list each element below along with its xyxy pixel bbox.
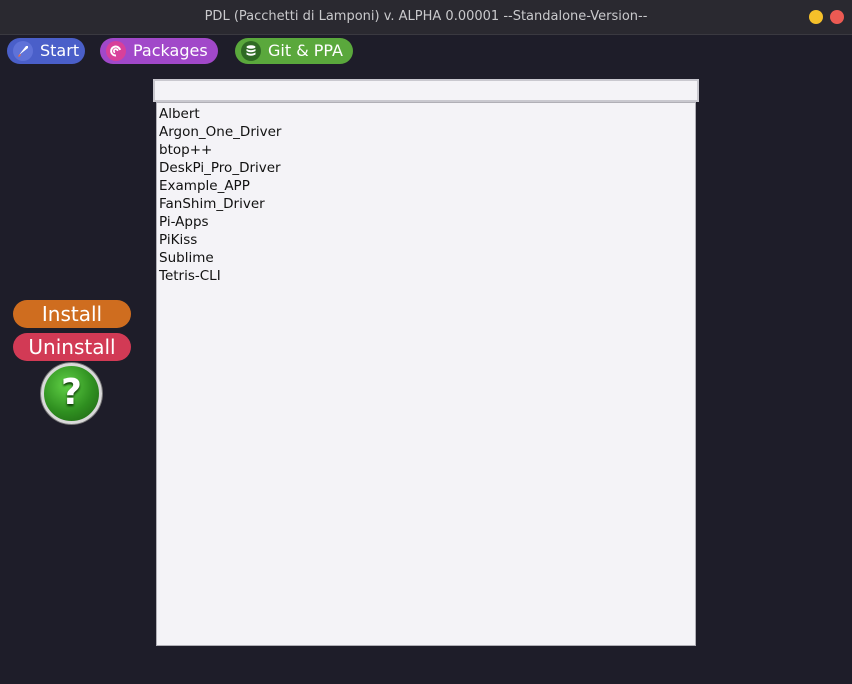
package-list[interactable]: Albert Argon_One_Driver btop++ DeskPi_Pr… bbox=[156, 102, 696, 646]
close-button[interactable] bbox=[830, 10, 844, 24]
list-item[interactable]: PiKiss bbox=[157, 231, 695, 249]
list-item[interactable]: Albert bbox=[157, 105, 695, 123]
uninstall-button[interactable]: Uninstall bbox=[13, 333, 131, 361]
list-item[interactable]: Example_APP bbox=[157, 177, 695, 195]
list-item[interactable]: Tetris-CLI bbox=[157, 267, 695, 285]
list-item[interactable]: DeskPi_Pro_Driver bbox=[157, 159, 695, 177]
list-item[interactable]: btop++ bbox=[157, 141, 695, 159]
window-title: PDL (Pacchetti di Lamponi) v. ALPHA 0.00… bbox=[204, 9, 648, 24]
search-input[interactable] bbox=[153, 79, 699, 102]
minimize-button[interactable] bbox=[809, 10, 823, 24]
help-button[interactable]: ? bbox=[41, 363, 102, 424]
tab-start[interactable]: Start bbox=[7, 38, 85, 64]
list-item[interactable]: FanShim_Driver bbox=[157, 195, 695, 213]
database-icon bbox=[241, 41, 261, 61]
rocket-icon bbox=[13, 41, 33, 61]
title-bar: PDL (Pacchetti di Lamponi) v. ALPHA 0.00… bbox=[0, 0, 852, 35]
tab-git-ppa-label: Git & PPA bbox=[268, 41, 343, 60]
tab-packages[interactable]: Packages bbox=[100, 38, 218, 64]
debian-swirl-icon bbox=[106, 41, 126, 61]
tab-start-label: Start bbox=[40, 41, 80, 60]
help-question-icon: ? bbox=[61, 372, 82, 413]
list-item[interactable]: Argon_One_Driver bbox=[157, 123, 695, 141]
list-item[interactable]: Sublime bbox=[157, 249, 695, 267]
list-item[interactable]: Pi-Apps bbox=[157, 213, 695, 231]
install-button[interactable]: Install bbox=[13, 300, 131, 328]
tab-packages-label: Packages bbox=[133, 41, 208, 60]
tab-git-ppa[interactable]: Git & PPA bbox=[235, 38, 353, 64]
